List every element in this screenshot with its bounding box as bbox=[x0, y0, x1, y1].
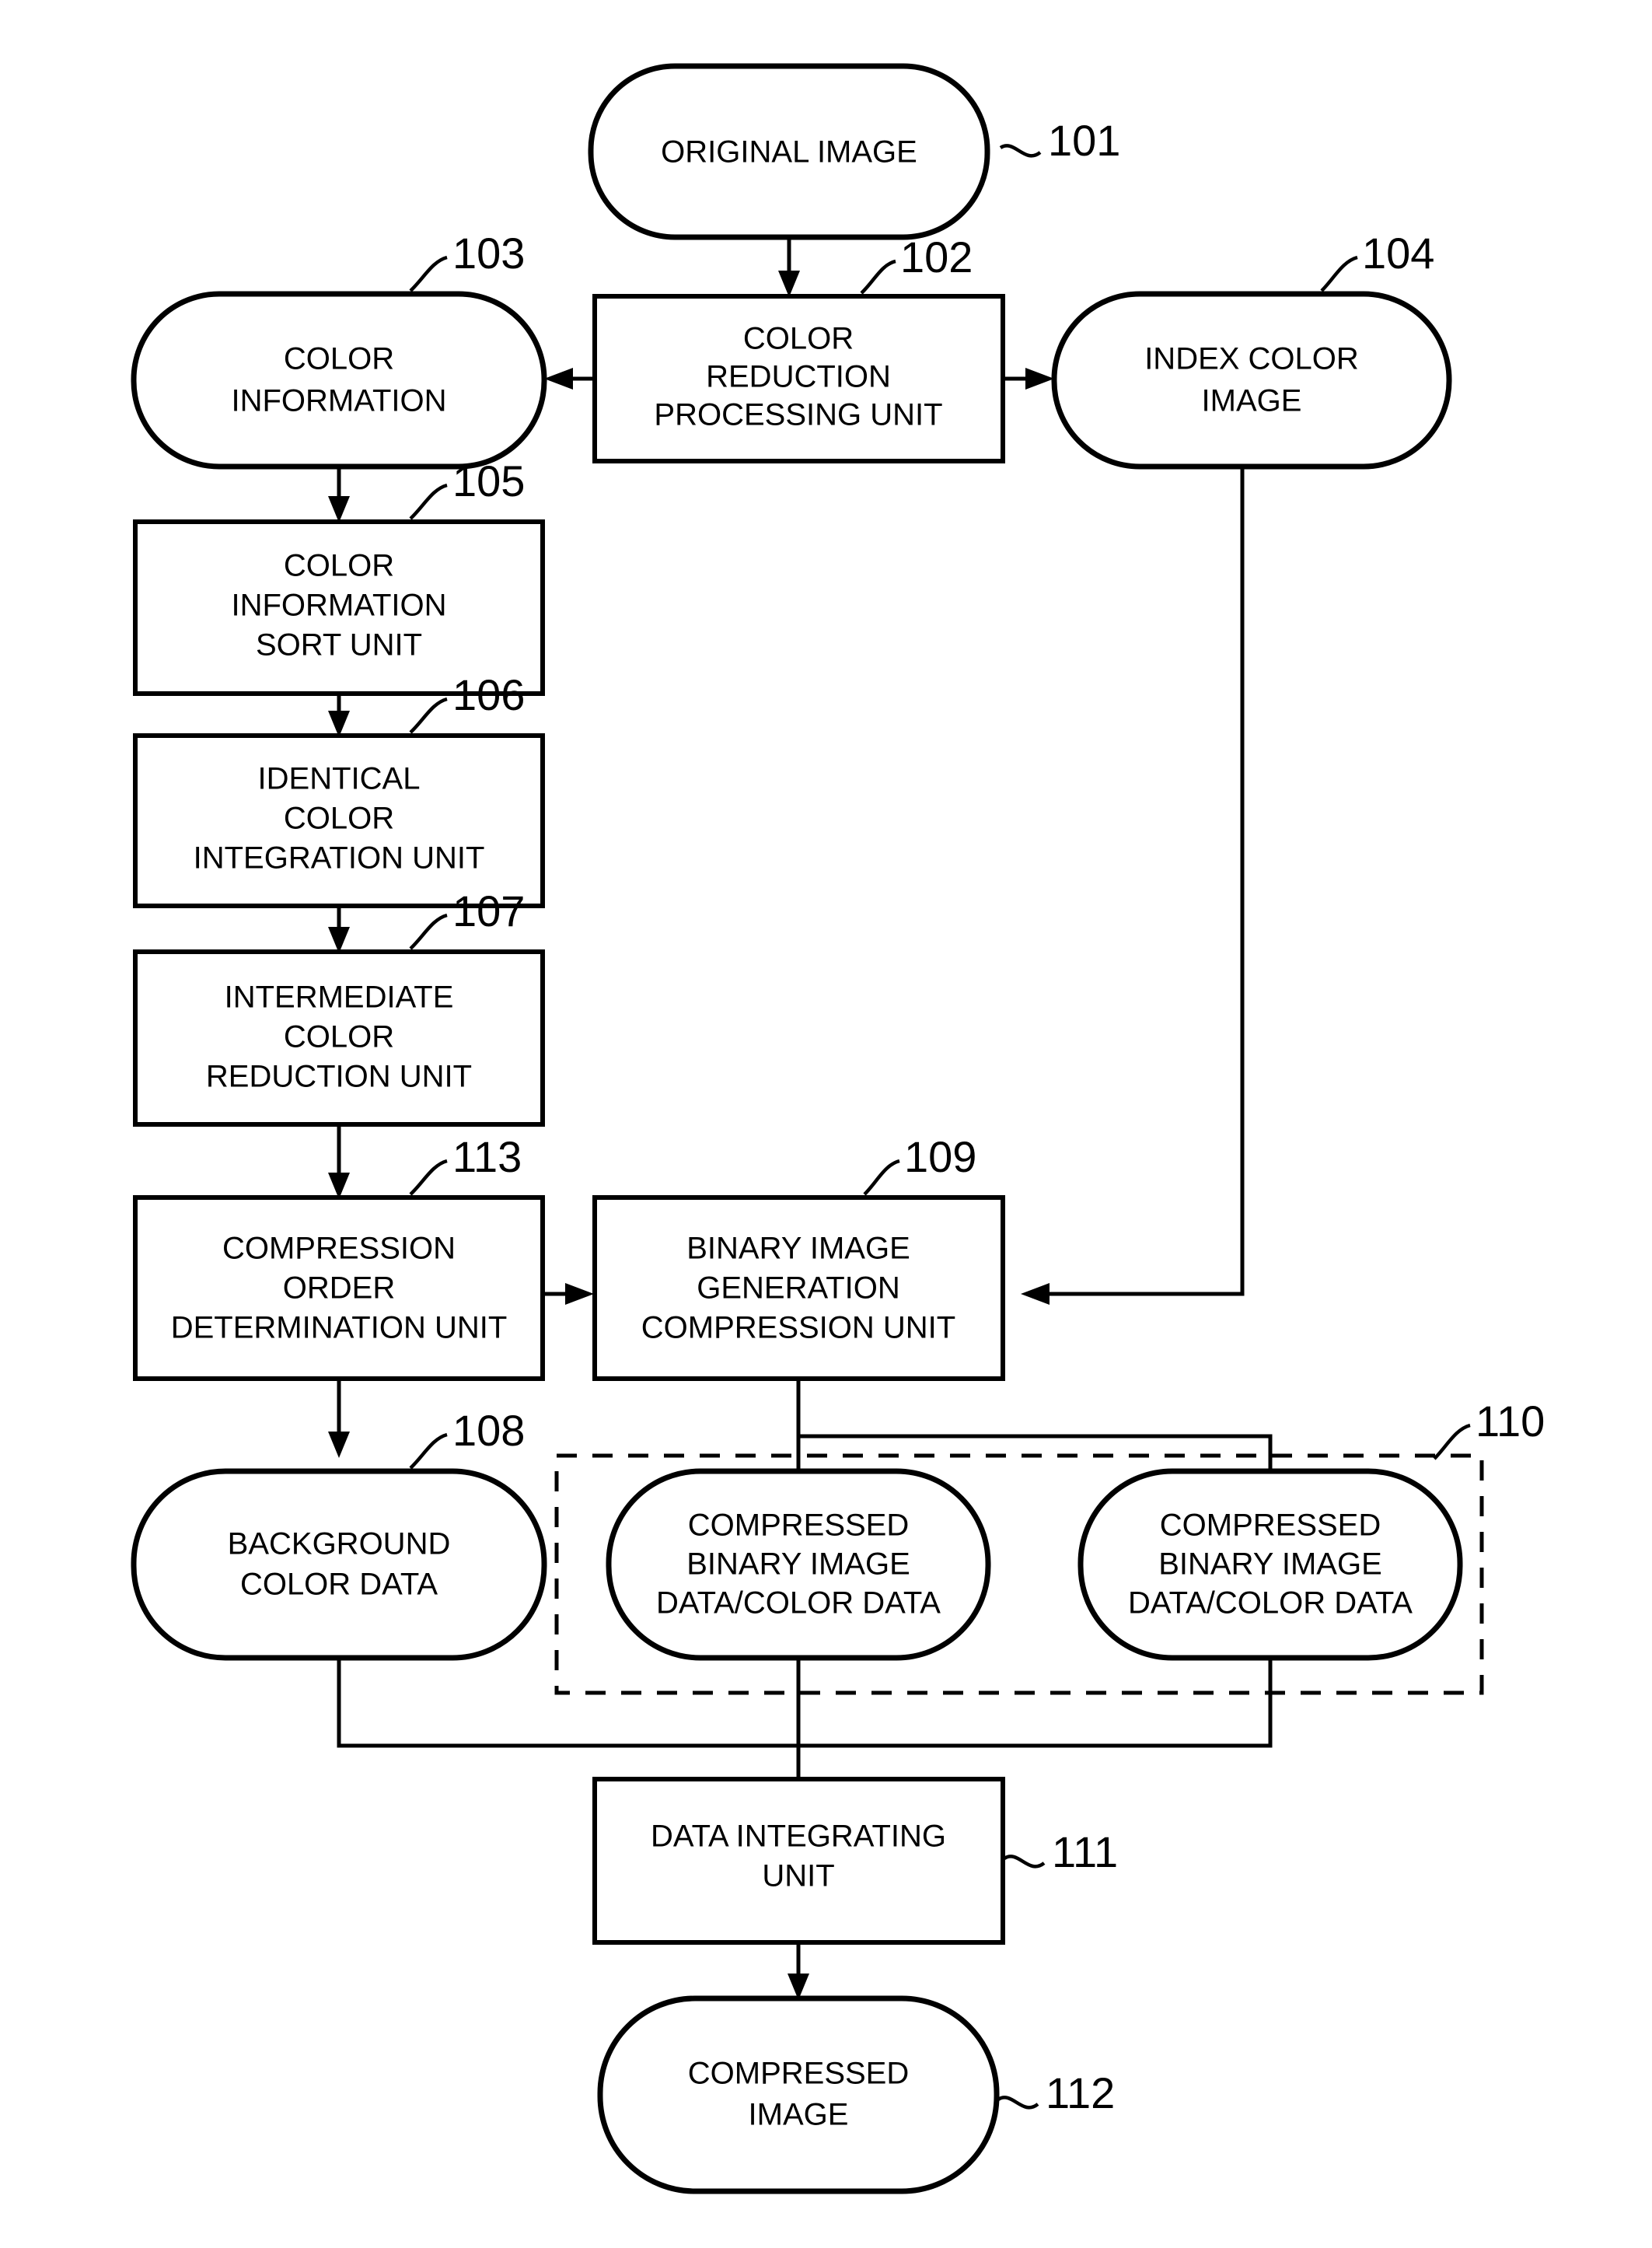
ref-108-text: 108 bbox=[452, 1406, 525, 1455]
node-111-label-line1: DATA INTEGRATING bbox=[651, 1820, 946, 1854]
edge-101-102 bbox=[778, 237, 800, 297]
ref-102: 102 bbox=[860, 232, 973, 295]
node-104: INDEX COLOR IMAGE bbox=[1051, 291, 1452, 470]
node-109-label-line1: BINARY IMAGE bbox=[686, 1232, 910, 1266]
node-106-label-line3: INTEGRATION UNIT bbox=[194, 841, 485, 876]
ref-109-text: 109 bbox=[904, 1132, 976, 1181]
edge-113-109 bbox=[543, 1283, 594, 1305]
node-110a-label-line2: BINARY IMAGE bbox=[686, 1547, 910, 1582]
node-113: COMPRESSION ORDER DETERMINATION UNIT bbox=[133, 1195, 545, 1381]
node-113-label-line1: COMPRESSION bbox=[222, 1232, 456, 1266]
ref-108: 108 bbox=[409, 1406, 525, 1470]
node-109: BINARY IMAGE GENERATION COMPRESSION UNIT bbox=[592, 1195, 1005, 1381]
node-102: COLOR REDUCTION PROCESSING UNIT bbox=[592, 294, 1005, 463]
node-104-label-line1: INDEX COLOR bbox=[1144, 342, 1359, 376]
ref-111: 111 bbox=[1003, 1827, 1118, 1876]
node-102-label-line1: COLOR bbox=[743, 322, 854, 356]
edge-106-107 bbox=[328, 906, 350, 953]
node-111: DATA INTEGRATING UNIT bbox=[592, 1777, 1005, 1945]
node-104-label-line2: IMAGE bbox=[1202, 384, 1302, 418]
edge-113-108 bbox=[328, 1379, 350, 1458]
node-102-label-line3: PROCESSING UNIT bbox=[654, 398, 942, 432]
patent-flowchart: ORIGINAL IMAGE 101 COLOR REDUCTION PROCE… bbox=[131, 63, 1545, 2194]
node-107: INTERMEDIATE COLOR REDUCTION UNIT bbox=[133, 949, 545, 1127]
node-101-label: ORIGINAL IMAGE bbox=[661, 135, 917, 170]
node-110b: COMPRESSED BINARY IMAGE DATA/COLOR DATA bbox=[1077, 1468, 1463, 1661]
ref-104-text: 104 bbox=[1362, 229, 1434, 278]
ref-112: 112 bbox=[997, 2068, 1115, 2117]
node-102-label-line2: REDUCTION bbox=[706, 360, 891, 394]
node-112-label-line1: COMPRESSED bbox=[688, 2057, 910, 2091]
node-113-label-line2: ORDER bbox=[283, 1271, 395, 1306]
node-112-shape bbox=[597, 1995, 1000, 2194]
ref-110-text: 110 bbox=[1476, 1397, 1545, 1446]
node-110b-label-line1: COMPRESSED bbox=[1160, 1509, 1381, 1543]
node-106: IDENTICAL COLOR INTEGRATION UNIT bbox=[133, 733, 545, 908]
node-107-label-line2: COLOR bbox=[284, 1020, 394, 1054]
ref-113-text: 113 bbox=[452, 1132, 522, 1181]
node-106-label-line1: IDENTICAL bbox=[258, 762, 421, 796]
ref-113: 113 bbox=[409, 1132, 522, 1196]
ref-104: 104 bbox=[1320, 229, 1434, 292]
node-110a-label-line1: COMPRESSED bbox=[688, 1509, 910, 1543]
node-112-label-line2: IMAGE bbox=[749, 2098, 849, 2132]
node-107-label-line3: REDUCTION UNIT bbox=[206, 1060, 472, 1094]
node-106-label-line2: COLOR bbox=[284, 802, 394, 836]
node-108-label-line2: COLOR DATA bbox=[240, 1568, 438, 1602]
node-103: COLOR INFORMATION bbox=[131, 291, 547, 470]
node-103-shape bbox=[131, 291, 547, 470]
ref-109: 109 bbox=[863, 1132, 976, 1196]
node-108-shape bbox=[131, 1468, 547, 1661]
edge-105-106 bbox=[328, 694, 350, 737]
node-104-shape bbox=[1051, 291, 1452, 470]
node-110b-label-line3: DATA/COLOR DATA bbox=[1128, 1586, 1413, 1620]
ref-105-text: 105 bbox=[452, 456, 525, 505]
ref-103: 103 bbox=[409, 229, 525, 292]
edge-107-113 bbox=[328, 1124, 350, 1199]
ref-111-text: 111 bbox=[1052, 1827, 1118, 1876]
node-109-label-line3: COMPRESSION UNIT bbox=[641, 1311, 955, 1345]
node-103-label-line1: COLOR bbox=[284, 342, 394, 376]
node-105-label-line1: COLOR bbox=[284, 549, 394, 583]
edge-102-103 bbox=[544, 368, 595, 390]
ref-101: 101 bbox=[999, 116, 1120, 165]
node-112: COMPRESSED IMAGE bbox=[597, 1995, 1000, 2194]
node-105: COLOR INFORMATION SORT UNIT bbox=[133, 519, 545, 696]
node-109-label-line2: GENERATION bbox=[697, 1271, 900, 1306]
node-110b-label-line2: BINARY IMAGE bbox=[1158, 1547, 1382, 1582]
edge-111-112 bbox=[788, 1942, 809, 2000]
edge-103-105 bbox=[328, 467, 350, 523]
node-101: ORIGINAL IMAGE bbox=[588, 63, 990, 240]
ref-107-text: 107 bbox=[452, 886, 525, 935]
node-105-label-line2: INFORMATION bbox=[231, 589, 446, 623]
node-110a: COMPRESSED BINARY IMAGE DATA/COLOR DATA bbox=[606, 1468, 991, 1661]
edge-104-109 bbox=[1021, 467, 1245, 1305]
node-105-label-line3: SORT UNIT bbox=[256, 628, 422, 663]
edge-102-104 bbox=[1003, 368, 1054, 390]
node-113-label-line3: DETERMINATION UNIT bbox=[171, 1311, 508, 1345]
ref-102-text: 102 bbox=[900, 232, 973, 281]
node-103-label-line2: INFORMATION bbox=[231, 384, 446, 418]
node-107-label-line1: INTERMEDIATE bbox=[225, 981, 454, 1015]
node-108: BACKGROUND COLOR DATA bbox=[131, 1468, 547, 1661]
node-108-label-line1: BACKGROUND bbox=[228, 1527, 451, 1561]
node-110a-label-line3: DATA/COLOR DATA bbox=[656, 1586, 941, 1620]
node-111-label-line2: UNIT bbox=[762, 1859, 834, 1893]
ref-101-text: 101 bbox=[1048, 116, 1120, 165]
ref-103-text: 103 bbox=[452, 229, 525, 278]
ref-112-text: 112 bbox=[1046, 2068, 1115, 2117]
ref-106-text: 106 bbox=[452, 670, 525, 719]
